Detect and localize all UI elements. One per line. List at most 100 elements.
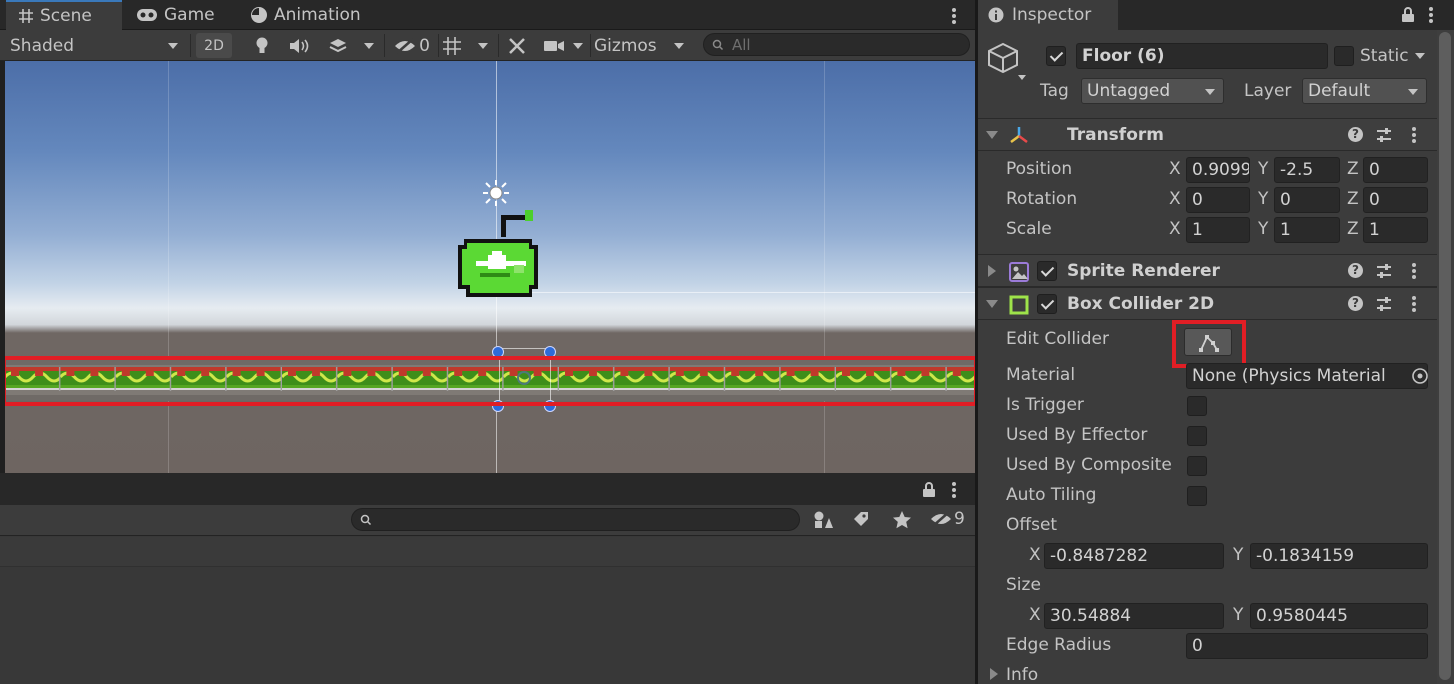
grid-snap-toggle[interactable] (440, 33, 464, 58)
2d-mode-toggle[interactable]: 2D (196, 33, 232, 58)
transform-header[interactable]: Transform ? (978, 118, 1437, 151)
used-by-composite-checkbox[interactable] (1187, 456, 1207, 476)
directional-light-icon[interactable] (482, 179, 510, 207)
scene-viewport[interactable] (5, 61, 975, 473)
scene-tools-button[interactable] (504, 33, 530, 58)
scene-menu-icon[interactable] (952, 8, 956, 24)
rotation-label[interactable]: Rotation (1006, 189, 1077, 209)
shading-mode-dropdown[interactable]: Shaded (4, 33, 186, 58)
info-foldout-label[interactable]: Info (1006, 665, 1038, 684)
effects-dropdown[interactable] (360, 33, 378, 58)
x-axis-label[interactable]: X (1169, 219, 1181, 239)
inspector-scrollbar-thumb[interactable] (1439, 32, 1451, 680)
static-dropdown-icon[interactable] (1415, 53, 1425, 59)
object-active-checkbox[interactable] (1046, 46, 1066, 66)
edge-radius-field[interactable]: 0 (1186, 633, 1428, 659)
auto-tiling-checkbox[interactable] (1187, 486, 1207, 506)
layer-dropdown[interactable]: Default (1302, 78, 1427, 104)
y-axis-label[interactable]: Y (1258, 219, 1268, 239)
apple-character-sprite[interactable] (450, 207, 548, 303)
info-foldout-icon[interactable] (990, 668, 998, 680)
position-x-field[interactable]: 0.9099 (1186, 157, 1250, 183)
tag-dropdown[interactable]: Untagged (1081, 78, 1224, 104)
gizmos-dropdown[interactable] (668, 33, 690, 58)
sprite-renderer-header[interactable]: Sprite Renderer ? (978, 254, 1437, 287)
x-axis-label[interactable]: X (1029, 605, 1041, 625)
y-axis-label[interactable]: Y (1233, 545, 1243, 565)
lock-icon[interactable] (1401, 7, 1415, 23)
gizmos-button[interactable]: Gizmos (594, 33, 666, 58)
physics-material-field[interactable]: None (Physics Material (1186, 363, 1428, 389)
is-trigger-label[interactable]: Is Trigger (1006, 395, 1084, 415)
z-axis-label[interactable]: Z (1347, 219, 1359, 239)
help-icon[interactable]: ? (1348, 263, 1363, 278)
rotation-y-field[interactable]: 0 (1274, 187, 1340, 213)
edge-radius-label[interactable]: Edge Radius (1006, 635, 1111, 655)
scene-visibility-toggle[interactable]: 0 (390, 33, 434, 58)
offset-x-field[interactable]: -0.8487282 (1044, 543, 1224, 569)
project-list-area[interactable] (0, 568, 975, 684)
presets-sliders-icon[interactable] (1376, 127, 1392, 143)
hidden-packages-toggle[interactable]: 9 (930, 509, 965, 529)
effects-toggle[interactable] (324, 33, 352, 58)
used-by-effector-label[interactable]: Used By Effector (1006, 425, 1147, 445)
static-checkbox[interactable] (1334, 46, 1354, 66)
rotation-x-field[interactable]: 0 (1186, 187, 1250, 213)
inspector-menu-icon[interactable] (1429, 7, 1433, 23)
filter-by-label-icon[interactable] (852, 511, 870, 529)
static-label[interactable]: Static (1360, 46, 1409, 66)
lighting-toggle[interactable] (250, 33, 274, 58)
tab-scene[interactable]: Scene (6, 0, 122, 30)
scale-z-field[interactable]: 1 (1363, 217, 1428, 243)
tab-game[interactable]: Game (124, 0, 227, 30)
x-axis-label[interactable]: X (1169, 159, 1181, 179)
presets-sliders-icon[interactable] (1376, 263, 1392, 279)
help-icon[interactable]: ? (1348, 127, 1363, 142)
panel-menu-icon[interactable] (952, 482, 956, 498)
object-picker-icon[interactable] (1411, 367, 1429, 385)
scene-search-input[interactable]: All (703, 33, 970, 56)
foldout-arrow-icon[interactable] (986, 131, 998, 139)
box-collider-enabled-checkbox[interactable] (1037, 294, 1057, 314)
x-axis-label[interactable]: X (1029, 545, 1041, 565)
x-axis-label[interactable]: X (1169, 189, 1181, 209)
scale-x-field[interactable]: 1 (1186, 217, 1250, 243)
used-by-effector-checkbox[interactable] (1187, 426, 1207, 446)
project-list-row[interactable] (0, 537, 975, 567)
grid-snap-dropdown[interactable] (474, 33, 492, 58)
tab-animation[interactable]: Animation (238, 0, 373, 30)
object-name-field[interactable]: Floor (6) (1076, 43, 1328, 69)
size-y-field[interactable]: 0.9580445 (1250, 603, 1428, 629)
component-menu-icon[interactable] (1412, 263, 1416, 279)
foldout-arrow-icon[interactable] (986, 300, 998, 308)
y-axis-label[interactable]: Y (1258, 189, 1268, 209)
audio-toggle[interactable] (286, 33, 314, 58)
z-axis-label[interactable]: Z (1347, 159, 1359, 179)
lock-icon[interactable] (922, 482, 936, 498)
rotation-z-field[interactable]: 0 (1363, 187, 1428, 213)
used-by-composite-label[interactable]: Used By Composite (1006, 455, 1172, 475)
gameobject-cube-icon[interactable] (986, 42, 1028, 84)
auto-tiling-label[interactable]: Auto Tiling (1006, 485, 1096, 505)
tab-inspector[interactable]: Inspector (978, 0, 1118, 30)
component-menu-icon[interactable] (1412, 127, 1416, 143)
y-axis-label[interactable]: Y (1258, 159, 1268, 179)
camera-button[interactable] (540, 33, 568, 58)
scale-label[interactable]: Scale (1006, 219, 1052, 239)
camera-dropdown[interactable] (570, 33, 586, 58)
y-axis-label[interactable]: Y (1233, 605, 1243, 625)
position-z-field[interactable]: 0 (1363, 157, 1428, 183)
z-axis-label[interactable]: Z (1347, 189, 1359, 209)
size-x-field[interactable]: 30.54884 (1044, 603, 1224, 629)
box-collider-header[interactable]: Box Collider 2D ? (978, 287, 1437, 320)
position-label[interactable]: Position (1006, 159, 1072, 179)
help-icon[interactable]: ? (1348, 296, 1363, 311)
foldout-arrow-icon[interactable] (988, 265, 996, 277)
offset-y-field[interactable]: -0.1834159 (1250, 543, 1428, 569)
position-y-field[interactable]: -2.5 (1274, 157, 1340, 183)
presets-sliders-icon[interactable] (1376, 296, 1392, 312)
favorite-star-icon[interactable] (892, 510, 912, 530)
is-trigger-checkbox[interactable] (1187, 396, 1207, 416)
scale-y-field[interactable]: 1 (1274, 217, 1340, 243)
project-search-input[interactable] (351, 508, 800, 531)
